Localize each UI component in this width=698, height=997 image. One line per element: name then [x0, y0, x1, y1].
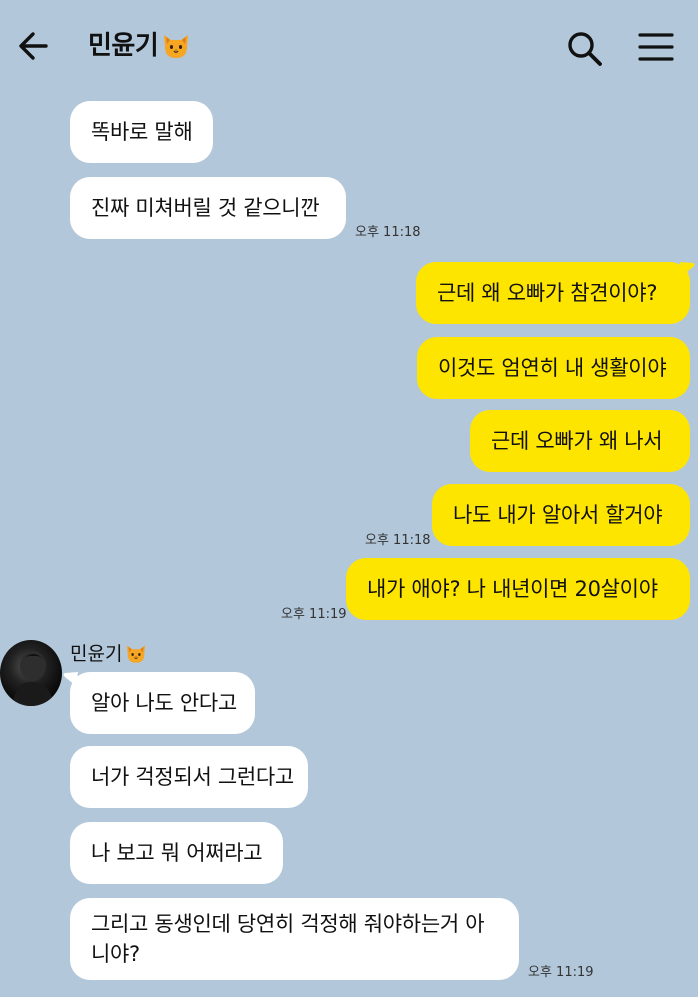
- message-text: 내가 애야? 나 내년이면 20살이야: [367, 577, 658, 601]
- message-timestamp: 오후 11:18: [355, 225, 421, 240]
- back-arrow-icon[interactable]: [14, 24, 58, 68]
- message-text: 똑바로 말해: [91, 120, 193, 144]
- message-text: 나 보고 뭐 어쩌라고: [91, 841, 263, 865]
- search-icon[interactable]: [562, 26, 606, 70]
- incoming-message-bubble[interactable]: 나 보고 뭐 어쩌라고: [70, 822, 283, 884]
- message-text: 나도 내가 알아서 할거야: [453, 503, 663, 527]
- outgoing-message-bubble[interactable]: 이것도 엄연히 내 생활이야: [417, 337, 690, 399]
- cat-face-icon: [127, 645, 146, 663]
- incoming-message-bubble[interactable]: 너가 걱정되서 그런다고: [70, 746, 308, 808]
- message-timestamp: 오후 11:19: [528, 965, 594, 980]
- chat-header: 민윤기: [0, 0, 698, 95]
- message-timestamp: 오후 11:19: [281, 607, 347, 622]
- message-text: 알아 나도 안다고: [91, 691, 237, 715]
- chat-title-text: 민윤기: [88, 31, 159, 61]
- outgoing-message-bubble[interactable]: 근데 오빠가 왜 나서: [470, 410, 690, 472]
- outgoing-message-bubble[interactable]: 근데 왜 오빠가 참견이야?: [416, 262, 690, 324]
- message-text: 근데 오빠가 왜 나서: [491, 429, 663, 453]
- avatar[interactable]: [0, 640, 62, 706]
- incoming-message-bubble[interactable]: 그리고 동생인데 당연히 걱정해 줘야하는거 아니야?: [70, 898, 519, 980]
- message-text: 진짜 미쳐버릴 것 같으니깐: [91, 196, 320, 220]
- incoming-message-bubble[interactable]: 똑바로 말해: [70, 101, 213, 163]
- incoming-message-bubble[interactable]: 알아 나도 안다고: [70, 672, 255, 734]
- outgoing-message-bubble[interactable]: 나도 내가 알아서 할거야: [432, 484, 690, 546]
- message-text: 그리고 동생인데 당연히 걱정해 줘야하는거 아니야?: [91, 912, 485, 966]
- sender-name-text: 민윤기: [70, 643, 123, 665]
- sender-name: 민윤기: [70, 640, 148, 668]
- message-text: 이것도 엄연히 내 생활이야: [438, 356, 667, 380]
- message-timestamp: 오후 11:18: [365, 533, 431, 548]
- message-text: 근데 왜 오빠가 참견이야?: [437, 281, 658, 305]
- profile-photo: [12, 651, 54, 706]
- cat-face-icon: [164, 34, 189, 58]
- menu-icon[interactable]: [634, 26, 678, 70]
- incoming-message-bubble[interactable]: 진짜 미쳐버릴 것 같으니깐: [70, 177, 346, 239]
- message-text: 너가 걱정되서 그런다고: [91, 765, 294, 789]
- bubble-tail: [680, 262, 695, 276]
- chat-title[interactable]: 민윤기: [88, 26, 192, 66]
- outgoing-message-bubble[interactable]: 내가 애야? 나 내년이면 20살이야: [346, 558, 690, 620]
